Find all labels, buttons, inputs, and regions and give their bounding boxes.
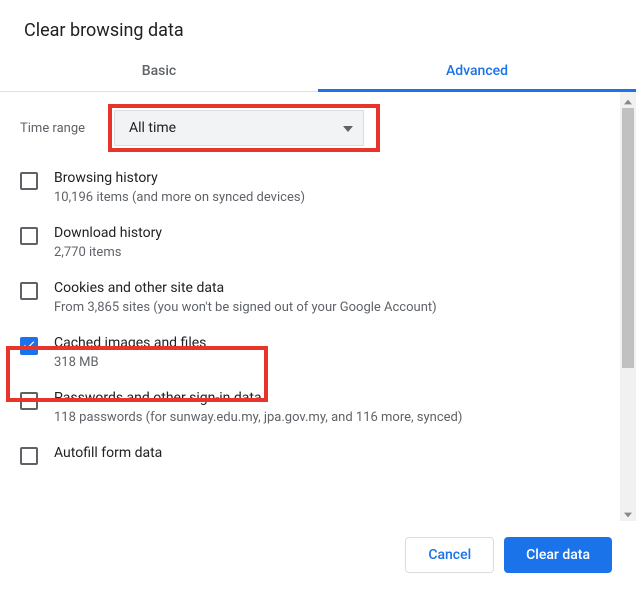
tab-basic-label: Basic [142,63,176,79]
scrollbar-thumb[interactable] [622,108,634,368]
dialog-body: Time range All time Browsing history 10,… [0,92,636,521]
time-range-dropdown[interactable]: All time [114,110,364,146]
scroll-up-button[interactable] [620,92,636,108]
item-text: Download history 2,770 items [54,225,162,260]
item-passwords[interactable]: Passwords and other sign-in data 118 pas… [0,380,620,435]
scroll-down-button[interactable] [620,505,636,521]
item-title: Autofill form data [54,445,162,461]
item-download-history[interactable]: Download history 2,770 items [0,215,620,270]
item-autofill[interactable]: Autofill form data [0,435,620,465]
tab-advanced[interactable]: Advanced [318,49,636,91]
checkbox-download-history[interactable] [20,227,38,245]
item-title: Browsing history [54,170,305,186]
cancel-button-label: Cancel [428,547,471,563]
item-title: Cached images and files [54,335,206,351]
scroll-content: Time range All time Browsing history 10,… [0,92,620,521]
clear-data-button[interactable]: Clear data [504,537,612,573]
checkbox-autofill[interactable] [20,447,38,465]
triangle-up-icon [624,92,632,110]
time-range-row: Time range All time [0,92,620,160]
scrollbar-track[interactable] [620,108,636,505]
tab-advanced-label: Advanced [446,63,508,79]
item-text: Autofill form data [54,445,162,461]
item-text: Cached images and files 318 MB [54,335,206,370]
checkbox-browsing-history[interactable] [20,172,38,190]
item-sub: 118 passwords (for sunway.edu.my, jpa.go… [54,410,462,425]
item-sub: 10,196 items (and more on synced devices… [54,190,305,205]
item-browsing-history[interactable]: Browsing history 10,196 items (and more … [0,160,620,215]
clear-data-button-label: Clear data [526,547,590,563]
time-range-selected: All time [129,120,176,136]
dialog-footer: Cancel Clear data [0,521,636,591]
item-title: Download history [54,225,162,241]
scrollbar[interactable] [620,92,636,521]
checkbox-cookies[interactable] [20,282,38,300]
item-cookies[interactable]: Cookies and other site data From 3,865 s… [0,270,620,325]
triangle-down-icon [624,504,632,522]
tabs: Basic Advanced [0,49,636,92]
clear-browsing-data-dialog: Clear browsing data Basic Advanced Time … [0,0,636,591]
tab-basic[interactable]: Basic [0,49,318,91]
item-sub: 2,770 items [54,245,162,260]
checkbox-passwords[interactable] [20,392,38,410]
item-cached-images[interactable]: Cached images and files 318 MB [0,325,620,380]
check-icon [22,337,36,356]
item-text: Passwords and other sign-in data 118 pas… [54,390,462,425]
item-sub: 318 MB [54,355,206,370]
dialog-title: Clear browsing data [0,0,636,49]
checkbox-cached-images[interactable] [20,337,38,355]
item-title: Passwords and other sign-in data [54,390,462,406]
item-text: Cookies and other site data From 3,865 s… [54,280,437,315]
item-title: Cookies and other site data [54,280,437,296]
item-sub: From 3,865 sites (you won't be signed ou… [54,300,437,315]
time-range-label: Time range [20,121,98,136]
data-type-list: Browsing history 10,196 items (and more … [0,160,620,465]
chevron-down-icon [343,120,353,136]
item-text: Browsing history 10,196 items (and more … [54,170,305,205]
cancel-button[interactable]: Cancel [405,537,494,573]
